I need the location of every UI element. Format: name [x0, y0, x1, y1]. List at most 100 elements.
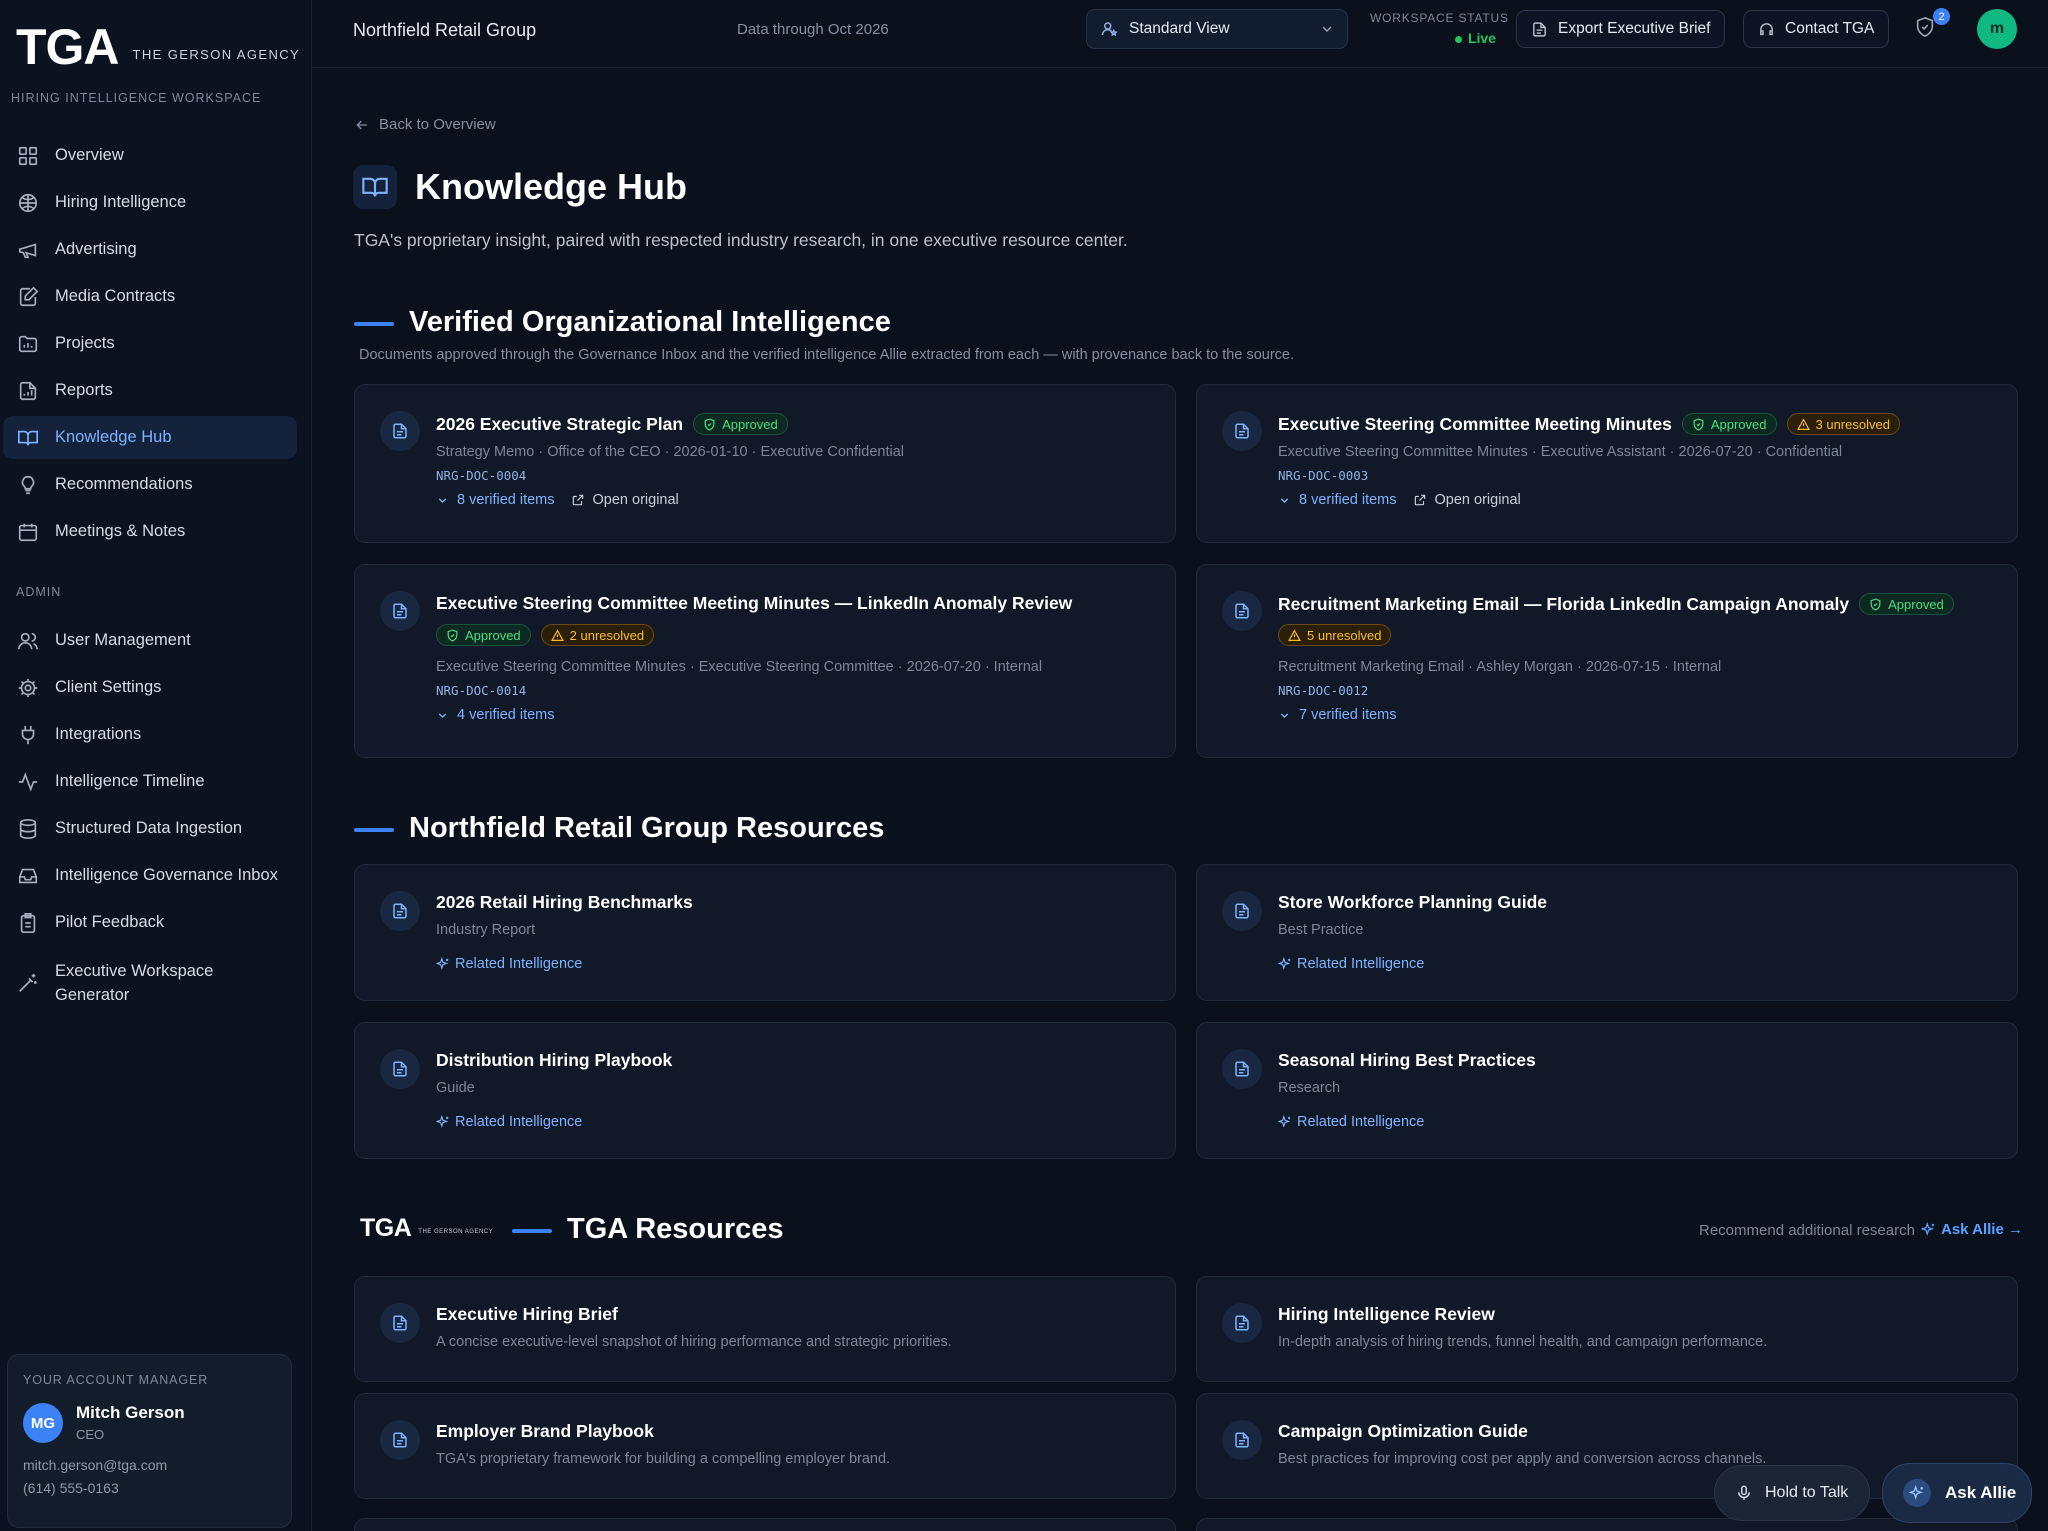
ask-label: Ask Allie: [1945, 1483, 2017, 1502]
resource-title: Campaign Optimization Guide: [1278, 1421, 1528, 1441]
ask-allie-button[interactable]: Ask Allie: [1882, 1463, 2032, 1523]
sidebar-item-reports[interactable]: Reports: [3, 369, 297, 412]
sidebar-item-projects[interactable]: Projects: [3, 322, 297, 365]
sidebar-item-label: Media Contracts: [55, 287, 176, 305]
export-executive-brief-button[interactable]: Export Executive Brief: [1516, 10, 1726, 48]
workspace-status: WORKSPACE STATUS Live: [1370, 11, 1510, 46]
doc-title: Executive Steering Committee Meeting Min…: [436, 593, 1073, 613]
ask-allie-link[interactable]: Ask Allie →: [1921, 1221, 2023, 1238]
user-avatar[interactable]: m: [1977, 9, 2017, 49]
approved-text: Approved: [465, 627, 521, 643]
sidebar-item-media-contracts[interactable]: Media Contracts: [3, 275, 297, 318]
resource-card[interactable]: Seasonal Hiring Best Practices Research …: [1196, 1022, 2018, 1159]
sidebar-item-structured-data-ingestion[interactable]: Structured Data Ingestion: [3, 807, 297, 850]
verified-items-toggle[interactable]: 8 verified items: [436, 492, 555, 508]
sidebar-item-label: Advertising: [55, 240, 137, 258]
sidebar-item-integrations[interactable]: Integrations: [3, 713, 297, 756]
brain-icon: [17, 192, 39, 214]
back-label: Back to Overview: [379, 116, 496, 133]
sidebar-item-overview[interactable]: Overview: [3, 134, 297, 177]
view-selector-value: Standard View: [1129, 20, 1230, 37]
admin-section-label: ADMIN: [16, 585, 62, 599]
sidebar-item-workspace-generator[interactable]: Executive Workspace Generator: [3, 958, 297, 1008]
sidebar-item-meetings-notes[interactable]: Meetings & Notes: [3, 510, 297, 553]
unresolved-text: 3 unresolved: [1815, 416, 1890, 432]
verified-items-toggle[interactable]: 8 verified items: [1278, 492, 1397, 508]
logo-mark: TGA: [16, 26, 119, 70]
related-label: Related Intelligence: [1297, 1114, 1425, 1130]
unresolved-text: 2 unresolved: [569, 627, 645, 643]
related-label: Related Intelligence: [1297, 956, 1425, 972]
sidebar-item-label: Reports: [55, 381, 113, 399]
document-icon: [1531, 21, 1558, 38]
document-icon: [1222, 591, 1262, 631]
tga-resource-card[interactable]: Executive Hiring Brief A concise executi…: [354, 1276, 1176, 1382]
contact-tga-button[interactable]: Contact TGA: [1743, 10, 1890, 48]
sidebar-item-knowledge-hub[interactable]: Knowledge Hub: [3, 416, 297, 459]
approved-badge: Approved: [436, 624, 531, 646]
tga-resource-card[interactable]: Hiring Intelligence Review In-depth anal…: [1196, 1276, 2018, 1382]
verified-items-toggle[interactable]: 7 verified items: [1278, 707, 1397, 723]
verified-doc-card[interactable]: Recruitment Marketing Email — Florida Li…: [1196, 564, 2018, 758]
microphone-icon: [1735, 1484, 1765, 1502]
approved-badge: Approved: [693, 413, 788, 435]
tga-mini-logo: TGA THE GERSON AGENCY: [360, 1216, 493, 1241]
sidebar-item-governance-inbox[interactable]: Intelligence Governance Inbox: [3, 854, 297, 897]
approved-text: Approved: [1710, 416, 1767, 432]
account-manager-email[interactable]: mitch.gerson@tga.com: [23, 1457, 167, 1473]
approved-text: Approved: [1888, 596, 1944, 612]
document-icon: [380, 591, 420, 631]
doc-meta: Strategy Memo · Office of the CEO · 2026…: [436, 444, 904, 460]
hold-label: Hold to Talk: [1765, 1484, 1849, 1501]
section-accent-bar: [354, 828, 394, 832]
sidebar-item-user-management[interactable]: User Management: [3, 619, 297, 662]
resource-card[interactable]: 2026 Retail Hiring Benchmarks Industry R…: [354, 864, 1176, 1001]
resource-title: Executive Hiring Brief: [436, 1304, 618, 1324]
related-intelligence-link[interactable]: Related Intelligence: [1278, 956, 1424, 972]
open-original-link[interactable]: Open original: [571, 492, 679, 508]
related-intelligence-link[interactable]: Related Intelligence: [436, 956, 582, 972]
sidebar-item-pilot-feedback[interactable]: Pilot Feedback: [3, 901, 297, 944]
sidebar-item-recommendations[interactable]: Recommendations: [3, 463, 297, 506]
workspace-status-label: WORKSPACE STATUS: [1370, 11, 1509, 25]
related-intelligence-link[interactable]: Related Intelligence: [1278, 1114, 1424, 1130]
tga-resource-card[interactable]: [354, 1518, 1176, 1531]
status-text: Live: [1467, 30, 1496, 46]
sidebar-item-advertising[interactable]: Advertising: [3, 228, 297, 271]
section-title-tga-resources: TGA Resources: [567, 1213, 784, 1245]
resource-title: Employer Brand Playbook: [436, 1421, 654, 1441]
verified-items-toggle[interactable]: 4 verified items: [436, 707, 555, 723]
workspace-status-value: Live: [1370, 30, 1496, 46]
related-intelligence-link[interactable]: Related Intelligence: [436, 1114, 582, 1130]
verified-doc-card[interactable]: 2026 Executive Strategic Plan Approved S…: [354, 384, 1176, 543]
view-selector[interactable]: Standard View: [1086, 9, 1348, 49]
resource-type: Guide: [436, 1080, 475, 1096]
sidebar-item-label: User Management: [55, 631, 191, 649]
resource-card[interactable]: Distribution Hiring Playbook Guide Relat…: [354, 1022, 1176, 1159]
sparkles-icon: [1278, 1115, 1291, 1128]
sidebar-item-hiring-intelligence[interactable]: Hiring Intelligence: [3, 181, 297, 224]
unresolved-badge: 3 unresolved: [1786, 413, 1900, 435]
tga-resource-card[interactable]: [1196, 1518, 2018, 1531]
unresolved-badge: 5 unresolved: [1278, 624, 1392, 646]
document-icon: [380, 411, 420, 451]
related-label: Related Intelligence: [455, 1114, 583, 1130]
open-original-link[interactable]: Open original: [1413, 492, 1521, 508]
document-icon: [1222, 1303, 1262, 1343]
tga-resource-card[interactable]: Employer Brand Playbook TGA's proprietar…: [354, 1393, 1176, 1499]
verified-doc-card[interactable]: Executive Steering Committee Meeting Min…: [1196, 384, 2018, 543]
verified-doc-card[interactable]: Executive Steering Committee Meeting Min…: [354, 564, 1176, 758]
chevron-down-icon: [438, 497, 447, 503]
doc-title-row: 2026 Executive Strategic Plan Approved: [436, 413, 788, 435]
sidebar-item-client-settings[interactable]: Client Settings: [3, 666, 297, 709]
sidebar-item-label: Pilot Feedback: [55, 913, 165, 931]
account-manager-phone[interactable]: (614) 555-0163: [23, 1480, 119, 1496]
tga-logo[interactable]: TGA THE GERSON AGENCY: [16, 26, 300, 70]
sidebar-item-label: Projects: [55, 334, 115, 352]
warning-icon: [1288, 628, 1301, 641]
sidebar-item-intelligence-timeline[interactable]: Intelligence Timeline: [3, 760, 297, 803]
resource-card[interactable]: Store Workforce Planning Guide Best Prac…: [1196, 864, 2018, 1001]
hold-to-talk-button[interactable]: Hold to Talk: [1714, 1465, 1870, 1521]
back-to-overview-link[interactable]: Back to Overview: [354, 116, 496, 133]
approved-badge: Approved: [1859, 593, 1954, 615]
